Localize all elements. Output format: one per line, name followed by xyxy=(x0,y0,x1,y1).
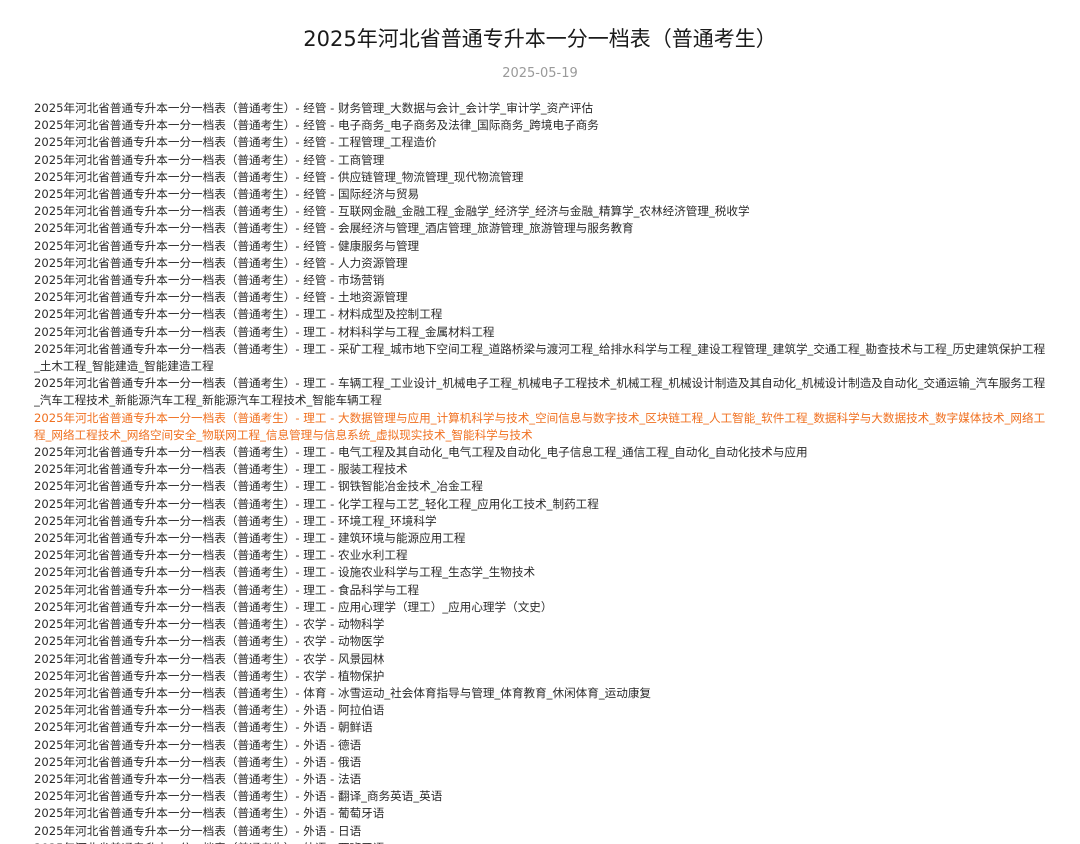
list-item: 2025年河北省普通专升本一分一档表（普通考生）- 理工 - 大数据管理与应用_… xyxy=(34,410,1050,444)
article-link[interactable]: 2025年河北省普通专升本一分一档表（普通考生）- 理工 - 化学工程与工艺_轻… xyxy=(34,497,599,511)
article-link[interactable]: 2025年河北省普通专升本一分一档表（普通考生）- 理工 - 车辆工程_工业设计… xyxy=(34,376,1045,407)
list-item: 2025年河北省普通专升本一分一档表（普通考生）- 外语 - 日语 xyxy=(34,823,1050,840)
article-link[interactable]: 2025年河北省普通专升本一分一档表（普通考生）- 理工 - 材料成型及控制工程 xyxy=(34,307,442,321)
article-link[interactable]: 2025年河北省普通专升本一分一档表（普通考生）- 理工 - 设施农业科学与工程… xyxy=(34,565,535,579)
list-item: 2025年河北省普通专升本一分一档表（普通考生）- 理工 - 设施农业科学与工程… xyxy=(34,564,1050,581)
article-link[interactable]: 2025年河北省普通专升本一分一档表（普通考生）- 外语 - 法语 xyxy=(34,772,361,786)
list-item: 2025年河北省普通专升本一分一档表（普通考生）- 理工 - 建筑环境与能源应用… xyxy=(34,530,1050,547)
article-link[interactable]: 2025年河北省普通专升本一分一档表（普通考生）- 农学 - 动物医学 xyxy=(34,634,384,648)
list-item: 2025年河北省普通专升本一分一档表（普通考生）- 理工 - 环境工程_环境科学 xyxy=(34,513,1050,530)
article-link[interactable]: 2025年河北省普通专升本一分一档表（普通考生）- 理工 - 采矿工程_城市地下… xyxy=(34,342,1045,373)
list-item: 2025年河北省普通专升本一分一档表（普通考生）- 理工 - 农业水利工程 xyxy=(34,547,1050,564)
article-link[interactable]: 2025年河北省普通专升本一分一档表（普通考生）- 经管 - 工商管理 xyxy=(34,153,384,167)
article-link[interactable]: 2025年河北省普通专升本一分一档表（普通考生）- 理工 - 应用心理学（理工）… xyxy=(34,600,552,614)
list-item: 2025年河北省普通专升本一分一档表（普通考生）- 经管 - 工商管理 xyxy=(34,152,1050,169)
article-link-list: 2025年河北省普通专升本一分一档表（普通考生）- 经管 - 财务管理_大数据与… xyxy=(34,100,1050,844)
list-item: 2025年河北省普通专升本一分一档表（普通考生）- 经管 - 会展经济与管理_酒… xyxy=(34,220,1050,237)
list-item: 2025年河北省普通专升本一分一档表（普通考生）- 外语 - 阿拉伯语 xyxy=(34,702,1050,719)
article-link[interactable]: 2025年河北省普通专升本一分一档表（普通考生）- 外语 - 德语 xyxy=(34,738,361,752)
article-link[interactable]: 2025年河北省普通专升本一分一档表（普通考生）- 理工 - 大数据管理与应用_… xyxy=(34,411,1045,442)
list-item: 2025年河北省普通专升本一分一档表（普通考生）- 农学 - 风景园林 xyxy=(34,651,1050,668)
list-item: 2025年河北省普通专升本一分一档表（普通考生）- 经管 - 互联网金融_金融工… xyxy=(34,203,1050,220)
list-item: 2025年河北省普通专升本一分一档表（普通考生）- 经管 - 电子商务_电子商务… xyxy=(34,117,1050,134)
article-link[interactable]: 2025年河北省普通专升本一分一档表（普通考生）- 经管 - 健康服务与管理 xyxy=(34,239,419,253)
article-link[interactable]: 2025年河北省普通专升本一分一档表（普通考生）- 外语 - 日语 xyxy=(34,824,361,838)
article-link[interactable]: 2025年河北省普通专升本一分一档表（普通考生）- 经管 - 市场营销 xyxy=(34,273,384,287)
list-item: 2025年河北省普通专升本一分一档表（普通考生）- 外语 - 葡萄牙语 xyxy=(34,805,1050,822)
article-link[interactable]: 2025年河北省普通专升本一分一档表（普通考生）- 经管 - 互联网金融_金融工… xyxy=(34,204,750,218)
page-title: 2025年河北省普通专升本一分一档表（普通考生） xyxy=(303,27,777,51)
article-link[interactable]: 2025年河北省普通专升本一分一档表（普通考生）- 理工 - 钢铁智能冶金技术_… xyxy=(34,479,483,493)
list-item: 2025年河北省普通专升本一分一档表（普通考生）- 经管 - 工程管理_工程造价 xyxy=(34,134,1050,151)
article-link[interactable]: 2025年河北省普通专升本一分一档表（普通考生）- 外语 - 葡萄牙语 xyxy=(34,806,384,820)
article-link[interactable]: 2025年河北省普通专升本一分一档表（普通考生）- 外语 - 俄语 xyxy=(34,755,361,769)
list-item: 2025年河北省普通专升本一分一档表（普通考生）- 外语 - 朝鲜语 xyxy=(34,719,1050,736)
list-item: 2025年河北省普通专升本一分一档表（普通考生）- 农学 - 动物医学 xyxy=(34,633,1050,650)
list-item: 2025年河北省普通专升本一分一档表（普通考生）- 外语 - 德语 xyxy=(34,737,1050,754)
list-item: 2025年河北省普通专升本一分一档表（普通考生）- 经管 - 市场营销 xyxy=(34,272,1050,289)
list-item: 2025年河北省普通专升本一分一档表（普通考生）- 经管 - 土地资源管理 xyxy=(34,289,1050,306)
list-item: 2025年河北省普通专升本一分一档表（普通考生）- 理工 - 应用心理学（理工）… xyxy=(34,599,1050,616)
article-link[interactable]: 2025年河北省普通专升本一分一档表（普通考生）- 农学 - 风景园林 xyxy=(34,652,384,666)
list-item: 2025年河北省普通专升本一分一档表（普通考生）- 外语 - 法语 xyxy=(34,771,1050,788)
list-item: 2025年河北省普通专升本一分一档表（普通考生）- 理工 - 钢铁智能冶金技术_… xyxy=(34,478,1050,495)
list-item: 2025年河北省普通专升本一分一档表（普通考生）- 理工 - 车辆工程_工业设计… xyxy=(34,375,1050,409)
article-link[interactable]: 2025年河北省普通专升本一分一档表（普通考生）- 理工 - 服装工程技术 xyxy=(34,462,408,476)
article-link[interactable]: 2025年河北省普通专升本一分一档表（普通考生）- 经管 - 电子商务_电子商务… xyxy=(34,118,599,132)
article-link[interactable]: 2025年河北省普通专升本一分一档表（普通考生）- 理工 - 食品科学与工程 xyxy=(34,583,419,597)
article-link[interactable]: 2025年河北省普通专升本一分一档表（普通考生）- 经管 - 工程管理_工程造价 xyxy=(34,135,437,149)
article-link[interactable]: 2025年河北省普通专升本一分一档表（普通考生）- 体育 - 冰雪运动_社会体育… xyxy=(34,686,651,700)
list-item: 2025年河北省普通专升本一分一档表（普通考生）- 经管 - 人力资源管理 xyxy=(34,255,1050,272)
article-link[interactable]: 2025年河北省普通专升本一分一档表（普通考生）- 经管 - 会展经济与管理_酒… xyxy=(34,221,634,235)
article-link[interactable]: 2025年河北省普通专升本一分一档表（普通考生）- 理工 - 建筑环境与能源应用… xyxy=(34,531,466,545)
list-item: 2025年河北省普通专升本一分一档表（普通考生）- 理工 - 服装工程技术 xyxy=(34,461,1050,478)
list-item: 2025年河北省普通专升本一分一档表（普通考生）- 理工 - 化学工程与工艺_轻… xyxy=(34,496,1050,513)
list-item: 2025年河北省普通专升本一分一档表（普通考生）- 理工 - 食品科学与工程 xyxy=(34,582,1050,599)
list-item: 2025年河北省普通专升本一分一档表（普通考生）- 理工 - 电气工程及其自动化… xyxy=(34,444,1050,461)
article-link[interactable]: 2025年河北省普通专升本一分一档表（普通考生）- 经管 - 人力资源管理 xyxy=(34,256,408,270)
article-link[interactable]: 2025年河北省普通专升本一分一档表（普通考生）- 外语 - 翻译_商务英语_英… xyxy=(34,789,442,803)
article-link[interactable]: 2025年河北省普通专升本一分一档表（普通考生）- 理工 - 电气工程及其自动化… xyxy=(34,445,808,459)
article-link[interactable]: 2025年河北省普通专升本一分一档表（普通考生）- 农学 - 动物科学 xyxy=(34,617,384,631)
list-item: 2025年河北省普通专升本一分一档表（普通考生）- 外语 - 俄语 xyxy=(34,754,1050,771)
list-item: 2025年河北省普通专升本一分一档表（普通考生）- 理工 - 材料科学与工程_金… xyxy=(34,324,1050,341)
article-link[interactable]: 2025年河北省普通专升本一分一档表（普通考生）- 理工 - 材料科学与工程_金… xyxy=(34,325,495,339)
list-item: 2025年河北省普通专升本一分一档表（普通考生）- 外语 - 翻译_商务英语_英… xyxy=(34,788,1050,805)
list-item: 2025年河北省普通专升本一分一档表（普通考生）- 农学 - 植物保护 xyxy=(34,668,1050,685)
article-link[interactable]: 2025年河北省普通专升本一分一档表（普通考生）- 农学 - 植物保护 xyxy=(34,669,384,683)
list-item: 2025年河北省普通专升本一分一档表（普通考生）- 经管 - 健康服务与管理 xyxy=(34,238,1050,255)
list-item: 2025年河北省普通专升本一分一档表（普通考生）- 体育 - 冰雪运动_社会体育… xyxy=(34,685,1050,702)
list-item: 2025年河北省普通专升本一分一档表（普通考生）- 农学 - 动物科学 xyxy=(34,616,1050,633)
article-link[interactable]: 2025年河北省普通专升本一分一档表（普通考生）- 外语 - 朝鲜语 xyxy=(34,720,373,734)
list-item: 2025年河北省普通专升本一分一档表（普通考生）- 理工 - 采矿工程_城市地下… xyxy=(34,341,1050,375)
article-link[interactable]: 2025年河北省普通专升本一分一档表（普通考生）- 经管 - 财务管理_大数据与… xyxy=(34,101,593,115)
list-item: 2025年河北省普通专升本一分一档表（普通考生）- 经管 - 国际经济与贸易 xyxy=(34,186,1050,203)
article-link[interactable]: 2025年河北省普通专升本一分一档表（普通考生）- 经管 - 土地资源管理 xyxy=(34,290,408,304)
article-link[interactable]: 2025年河北省普通专升本一分一档表（普通考生）- 外语 - 阿拉伯语 xyxy=(34,703,384,717)
article-link[interactable]: 2025年河北省普通专升本一分一档表（普通考生）- 理工 - 农业水利工程 xyxy=(34,548,408,562)
publish-date: 2025-05-19 xyxy=(502,66,578,81)
article-link[interactable]: 2025年河北省普通专升本一分一档表（普通考生）- 经管 - 国际经济与贸易 xyxy=(34,187,419,201)
list-item: 2025年河北省普通专升本一分一档表（普通考生）- 外语 - 西班牙语 xyxy=(34,840,1050,844)
list-item: 2025年河北省普通专升本一分一档表（普通考生）- 经管 - 财务管理_大数据与… xyxy=(34,100,1050,117)
article-link[interactable]: 2025年河北省普通专升本一分一档表（普通考生）- 理工 - 环境工程_环境科学 xyxy=(34,514,437,528)
list-item: 2025年河北省普通专升本一分一档表（普通考生）- 理工 - 材料成型及控制工程 xyxy=(34,306,1050,323)
list-item: 2025年河北省普通专升本一分一档表（普通考生）- 经管 - 供应链管理_物流管… xyxy=(34,169,1050,186)
article-link[interactable]: 2025年河北省普通专升本一分一档表（普通考生）- 经管 - 供应链管理_物流管… xyxy=(34,170,524,184)
